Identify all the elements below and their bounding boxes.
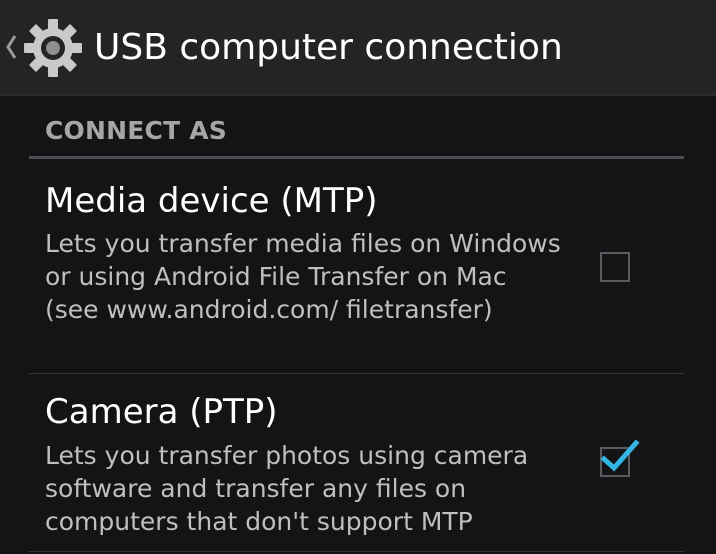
option-summary: Lets you transfer photos using camera so… <box>45 441 529 536</box>
up-navigation-button[interactable] <box>0 0 86 96</box>
checkmark-icon <box>600 439 640 472</box>
option-title: Media device (MTP) <box>45 181 378 221</box>
option-media-device-mtp[interactable]: Media device (MTP) Lets you transfer med… <box>0 159 716 373</box>
action-bar: USB computer connection <box>0 0 716 96</box>
chevron-left-icon <box>6 35 17 59</box>
page-title: USB computer connection <box>94 27 563 68</box>
section-header: CONNECT AS <box>45 116 227 145</box>
mtp-checkbox[interactable] <box>600 252 630 282</box>
item-divider <box>29 551 684 552</box>
ptp-checkbox[interactable] <box>600 439 640 477</box>
gear-icon <box>24 19 82 77</box>
option-summary: Lets you transfer media files on Windows… <box>45 229 561 324</box>
option-camera-ptp[interactable]: Camera (PTP) Lets you transfer photos us… <box>0 374 716 554</box>
option-title: Camera (PTP) <box>45 392 278 432</box>
